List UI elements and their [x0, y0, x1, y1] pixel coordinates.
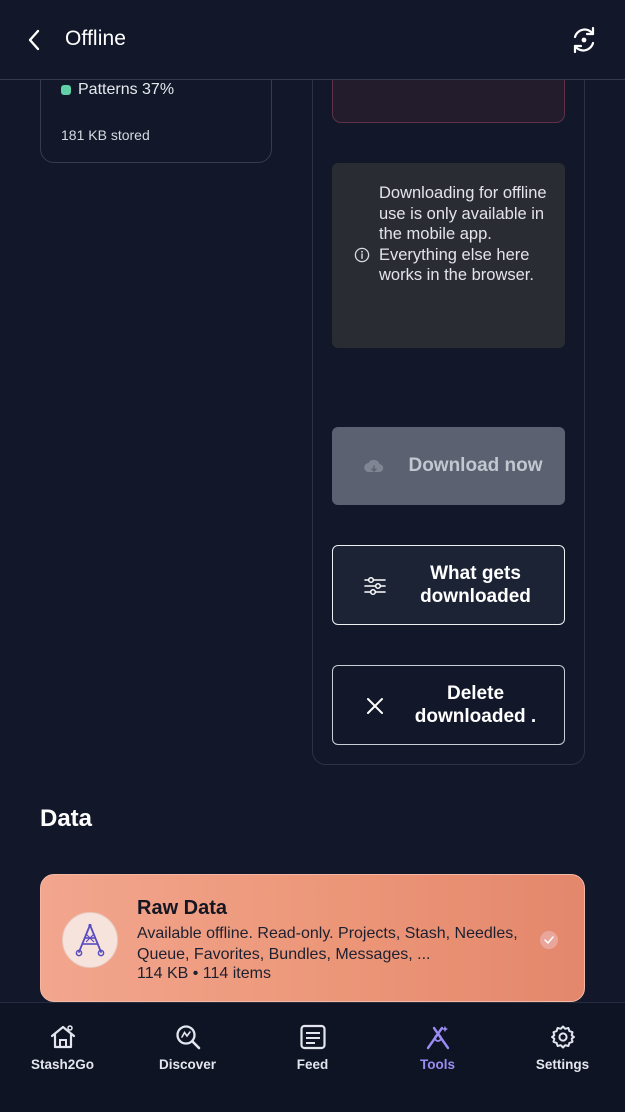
check-icon	[540, 931, 558, 949]
delete-downloaded-button[interactable]: Delete downloaded .	[332, 665, 565, 745]
sliders-icon	[363, 574, 387, 598]
offline-screen: Offline Patterns 37% 181 KB stored Downl…	[0, 0, 625, 1112]
nav-item-stash2go[interactable]: Stash2Go	[0, 1021, 125, 1081]
raw-data-card[interactable]: Raw Data Available offline. Read-only. P…	[40, 874, 585, 1002]
notice-text: Downloading for offline use is only avai…	[379, 184, 547, 285]
raw-data-title: Raw Data	[137, 897, 228, 919]
nav-item-settings[interactable]: Settings	[500, 1021, 625, 1081]
spinning-wheel-icon	[75, 923, 105, 957]
download-panel	[312, 40, 585, 765]
info-icon	[354, 247, 370, 263]
close-icon	[363, 694, 387, 718]
nav-label: Feed	[296, 1057, 329, 1072]
feed-icon	[297, 1021, 329, 1053]
sync-icon	[573, 26, 595, 54]
home-icon	[47, 1021, 79, 1053]
nav-label: Stash2Go	[30, 1057, 95, 1072]
search-icon	[172, 1021, 204, 1053]
legend-label: Patterns 37%	[78, 81, 175, 98]
what-gets-downloaded-button[interactable]: What gets downloaded	[332, 545, 565, 625]
nav-label: Tools	[420, 1057, 455, 1072]
legend-item-patterns: Patterns 37%	[61, 81, 174, 99]
mobile-only-notice: Downloading for offline use is only avai…	[332, 163, 565, 348]
stored-size: 181 KB stored	[61, 127, 150, 143]
legend-swatch	[61, 85, 71, 95]
what-gets-downloaded-label: What gets downloaded	[420, 562, 531, 608]
back-button[interactable]	[18, 24, 50, 56]
nav-label: Discover	[158, 1057, 217, 1072]
nav-label: Settings	[535, 1057, 590, 1072]
tools-icon	[422, 1021, 454, 1053]
gear-icon	[547, 1021, 579, 1053]
bottom-nav: Stash2Go Discover Feed Tools Settings	[0, 1002, 625, 1112]
page-title: Offline	[65, 27, 127, 50]
data-section-title: Data	[40, 805, 93, 832]
cloud-download-icon	[362, 455, 386, 479]
raw-data-description: Available offline. Read-only. Projects, …	[137, 925, 518, 963]
delete-downloaded-label: Delete downloaded .	[414, 682, 537, 728]
nav-item-tools[interactable]: Tools	[375, 1021, 500, 1081]
app-header: Offline	[0, 0, 625, 80]
raw-data-avatar	[62, 912, 118, 968]
raw-data-meta: 114 KB • 114 items	[137, 965, 271, 982]
nav-item-discover[interactable]: Discover	[125, 1021, 250, 1081]
nav-item-feed[interactable]: Feed	[250, 1021, 375, 1081]
download-now-label: Download now	[408, 455, 543, 477]
sync-button[interactable]	[566, 22, 602, 58]
chevron-left-icon	[28, 29, 40, 51]
download-now-button[interactable]: Download now	[332, 427, 565, 505]
